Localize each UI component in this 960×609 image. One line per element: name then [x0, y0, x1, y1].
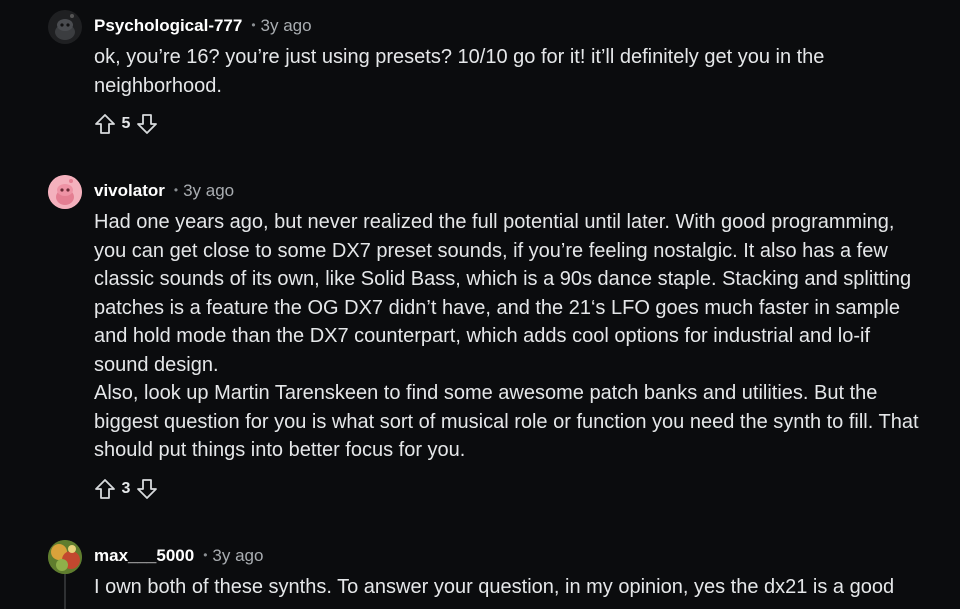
timestamp[interactable]: 3y ago [212, 546, 263, 565]
colorful-photo-avatar-icon [48, 540, 82, 574]
avatar[interactable] [48, 540, 82, 574]
username[interactable]: max___5000 [94, 546, 194, 565]
comment-body: I own both of these synths. To answer yo… [94, 573, 924, 602]
comment-paragraph: I own both of these synths. To answer yo… [94, 576, 895, 598]
thread-line[interactable] [64, 574, 66, 609]
separator-dot: • [203, 548, 208, 562]
comment-meta: max___5000 • 3y ago [94, 544, 263, 568]
comment-thread: Psychological-777 • 3y ago ok, you’re 16? … [0, 0, 960, 609]
comment-3: max___5000 • 3y ago I own both of these sy… [0, 0, 960, 609]
